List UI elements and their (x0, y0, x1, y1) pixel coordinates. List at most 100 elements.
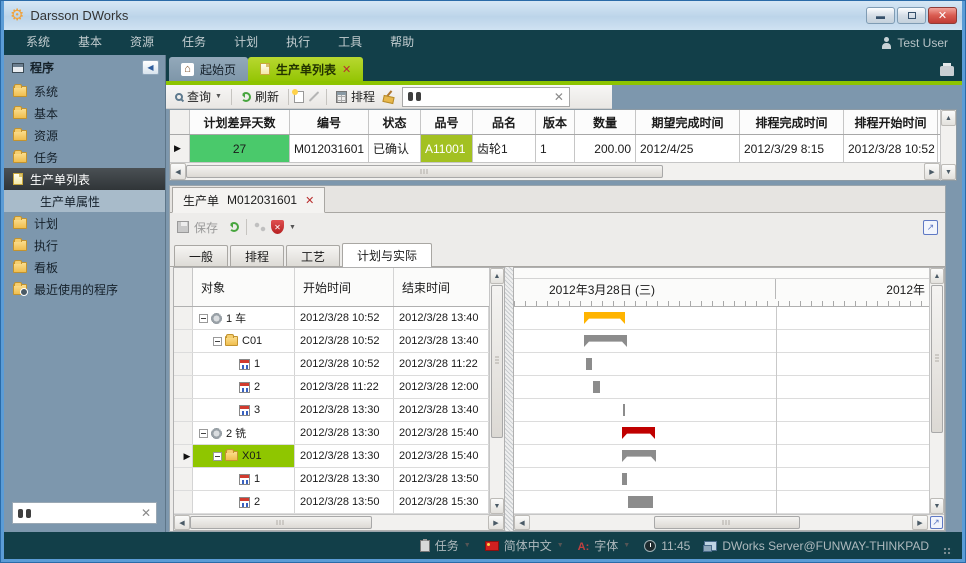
tree-object-cell[interactable]: 1 (193, 468, 295, 490)
tree-row[interactable]: 12012/3/28 10:522012/3/28 11:22 (174, 353, 489, 376)
gantt-task-bar[interactable] (622, 473, 627, 485)
status-item[interactable]: 字体▼ (578, 537, 631, 554)
detail-tab-close-icon[interactable]: ✕ (305, 194, 314, 207)
menubar-item[interactable]: 执行 (272, 30, 324, 55)
sidebar-item[interactable]: 最近使用的程序 (4, 278, 165, 300)
refresh-icon[interactable] (229, 222, 239, 232)
vscroll-thumb[interactable] (931, 285, 943, 433)
gantt-task-bar[interactable] (623, 404, 625, 416)
sidebar-item[interactable]: 系统 (4, 80, 165, 102)
grid-column-header[interactable]: 编号 (290, 110, 369, 134)
tree-row[interactable]: 12012/3/28 13:302012/3/28 13:50 (174, 468, 489, 491)
tree-object-cell[interactable]: 2 (193, 376, 295, 398)
gantt-hscrollbar[interactable]: ◀ ▶ ↗ (514, 514, 944, 530)
tree-row[interactable]: 2 铣2012/3/28 13:302012/3/28 15:40 (174, 422, 489, 445)
maximize-button[interactable] (897, 7, 926, 24)
tree-row[interactable]: C012012/3/28 10:522012/3/28 13:40 (174, 330, 489, 353)
popout-icon[interactable]: ↗ (923, 220, 938, 235)
sidebar-item[interactable]: 生产单列表 (4, 168, 165, 190)
query-dropdown-icon[interactable]: ▼ (215, 93, 222, 100)
gantt-vscrollbar[interactable]: ▲ ▼ (929, 268, 944, 514)
subtab-item[interactable]: 工艺 (286, 245, 340, 266)
expander-icon[interactable] (199, 314, 208, 323)
grid-column-header[interactable]: 排程开始时间 (844, 110, 938, 134)
grid-column-header[interactable]: 期望完成时间 (636, 110, 740, 134)
vscroll-thumb[interactable] (491, 285, 503, 438)
shield-dropdown-icon[interactable]: ▼ (289, 224, 296, 231)
sidebar-search-box[interactable]: ✕ (12, 502, 157, 524)
expander-icon[interactable] (213, 452, 222, 461)
column-start-time[interactable]: 开始时间 (295, 268, 394, 306)
sidebar-item[interactable]: 资源 (4, 124, 165, 146)
menubar-item[interactable]: 工具 (324, 30, 376, 55)
new-document-icon[interactable] (294, 91, 304, 103)
tree-object-cell[interactable]: 2 (193, 491, 295, 513)
status-item[interactable]: 11:45 (644, 539, 690, 553)
tree-hscrollbar[interactable]: ◀ ▶ (174, 514, 504, 530)
tree-object-cell[interactable]: 1 车 (193, 307, 295, 329)
dropdown-icon[interactable]: ▼ (557, 542, 564, 549)
hscroll-thumb[interactable] (654, 516, 800, 529)
dropdown-icon[interactable]: ▼ (623, 542, 630, 549)
grid-column-header[interactable]: 状态 (369, 110, 421, 134)
grid-column-header[interactable]: 版本 (536, 110, 575, 134)
resize-grip[interactable] (943, 547, 952, 556)
menubar-item[interactable]: 帮助 (376, 30, 428, 55)
tab-close-icon[interactable]: ✕ (342, 63, 351, 76)
expander-icon[interactable] (213, 337, 222, 346)
tree-row[interactable]: 22012/3/28 13:502012/3/28 15:30 (174, 491, 489, 514)
grid-search-box[interactable]: ✕ (402, 87, 570, 107)
scroll-right-icon[interactable]: ▶ (488, 515, 504, 530)
scroll-left-icon[interactable]: ◀ (170, 163, 186, 180)
sidebar-item[interactable]: 基本 (4, 102, 165, 124)
scroll-down-icon[interactable]: ▼ (490, 498, 504, 514)
close-button[interactable]: ✕ (928, 7, 957, 24)
hscroll-thumb[interactable] (186, 165, 663, 178)
scroll-right-icon[interactable]: ▶ (924, 163, 940, 180)
scroll-down-icon[interactable]: ▼ (941, 164, 956, 180)
edit-icon[interactable] (309, 91, 320, 102)
shield-cancel-icon[interactable]: ✕ (271, 220, 284, 234)
column-object[interactable]: 对象 (193, 268, 295, 306)
orders-grid-vscrollbar[interactable]: ▲ ▼ (940, 109, 957, 181)
gantt-task-bar[interactable] (586, 358, 592, 370)
grid-column-header[interactable]: 数量 (575, 110, 636, 134)
scroll-up-icon[interactable]: ▲ (490, 268, 504, 284)
tree-object-cell[interactable]: X01 (193, 445, 295, 467)
status-item[interactable]: 简体中文▼ (485, 537, 564, 554)
scroll-up-icon[interactable]: ▲ (941, 110, 956, 126)
tree-object-cell[interactable]: C01 (193, 330, 295, 352)
status-item[interactable]: DWorks Server@FUNWAY-THINKPAD (704, 539, 929, 553)
tree-row[interactable]: 22012/3/28 11:222012/3/28 12:00 (174, 376, 489, 399)
orders-grid-hscrollbar[interactable]: ◀ ▶ (170, 163, 940, 180)
gantt-task-bar[interactable] (628, 496, 653, 508)
tree-row[interactable]: ▶X012012/3/28 13:302012/3/28 15:40 (174, 445, 489, 468)
tree-object-cell[interactable]: 3 (193, 399, 295, 421)
flow-icon[interactable] (254, 222, 266, 232)
menubar-item[interactable]: 基本 (64, 30, 116, 55)
subtab-item[interactable]: 排程 (230, 245, 284, 266)
dropdown-icon[interactable]: ▼ (464, 542, 471, 549)
tree-object-cell[interactable]: 1 (193, 353, 295, 375)
scroll-left-icon[interactable]: ◀ (174, 515, 190, 530)
scroll-left-icon[interactable]: ◀ (514, 515, 530, 530)
grid-column-header[interactable]: 排程完成时间 (740, 110, 844, 134)
vscroll-track[interactable] (941, 126, 956, 164)
menubar-item[interactable]: 任务 (168, 30, 220, 55)
tree-object-cell[interactable]: 2 铣 (193, 422, 295, 444)
expander-icon[interactable] (199, 429, 208, 438)
query-button[interactable]: 查询 ▼ (171, 87, 226, 107)
sidebar-item[interactable]: 执行 (4, 234, 165, 256)
scroll-right-icon[interactable]: ▶ (912, 515, 928, 530)
tab-home[interactable]: 起始页 (169, 57, 248, 81)
tree-row[interactable]: 32012/3/28 13:302012/3/28 13:40 (174, 399, 489, 422)
tab-production-order-list[interactable]: 生产单列表 ✕ (248, 57, 363, 81)
refresh-button[interactable]: 刷新 (237, 87, 283, 107)
tree-row[interactable]: 1 车2012/3/28 10:522012/3/28 13:40 (174, 307, 489, 330)
status-item[interactable]: 任务▼ (420, 537, 471, 554)
splitter-handle[interactable] (505, 267, 513, 531)
menubar-item[interactable]: 系统 (12, 30, 64, 55)
grid-column-header[interactable]: 计划差异天数 (190, 110, 290, 134)
scroll-down-icon[interactable]: ▼ (930, 498, 944, 514)
menubar-item[interactable]: 计划 (220, 30, 272, 55)
